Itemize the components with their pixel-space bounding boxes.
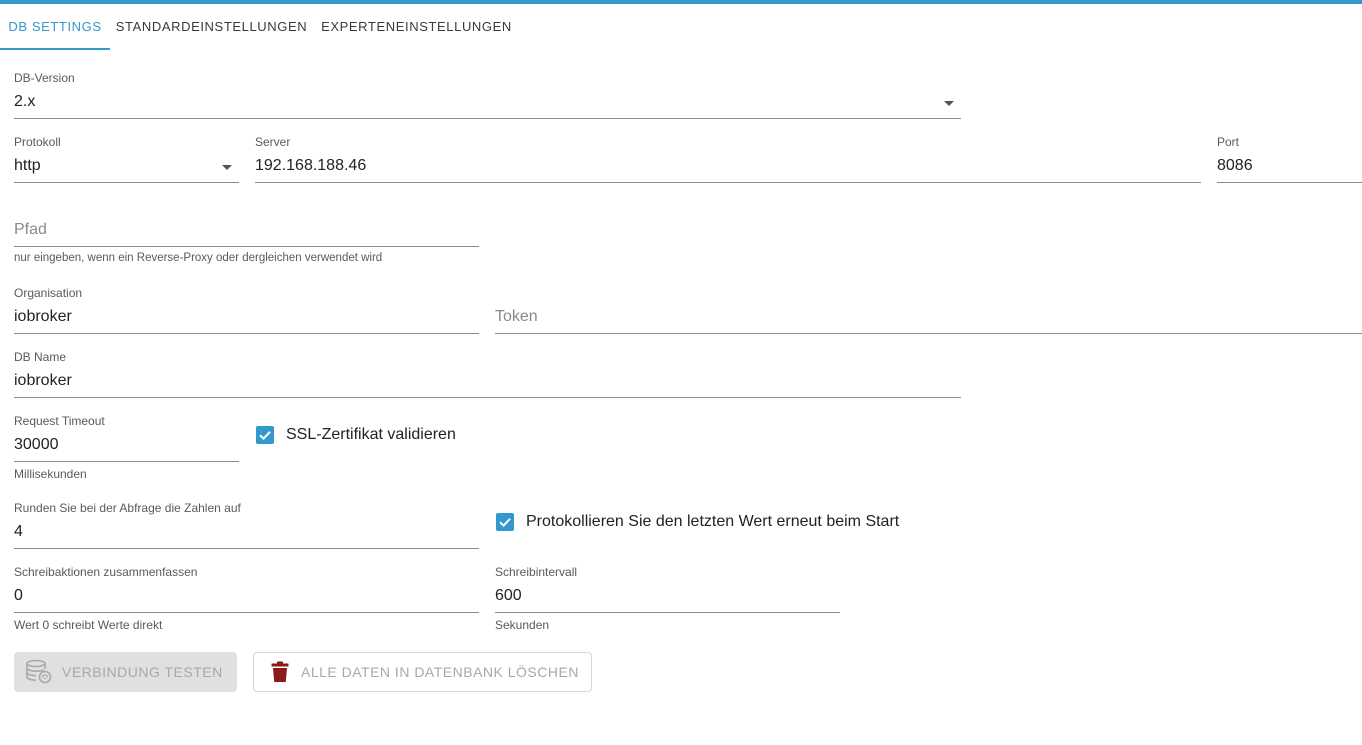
- db-version-label: DB-Version: [14, 71, 75, 85]
- chevron-down-icon: [944, 101, 954, 106]
- db-name-field[interactable]: DB Name iobroker: [14, 349, 961, 399]
- db-name-value: iobroker: [14, 372, 72, 389]
- port-value: 8086: [1217, 157, 1253, 174]
- port-field[interactable]: Port 8086: [1217, 134, 1362, 184]
- active-tab-indicator: [0, 48, 110, 50]
- request-timeout-label: Request Timeout: [14, 414, 105, 428]
- protocol-underline: [14, 182, 239, 183]
- delete-all-data-label: ALLE DATEN IN DATENBANK LÖSCHEN: [301, 664, 579, 680]
- db-version-underline: [14, 118, 961, 119]
- server-value: 192.168.188.46: [255, 157, 367, 174]
- round-label: Runden Sie bei der Abfrage die Zahlen au…: [14, 501, 241, 515]
- write-interval-label: Schreibintervall: [495, 565, 578, 579]
- tab-experteneinstellungen[interactable]: EXPERTENEINSTELLUNGEN: [313, 4, 520, 50]
- round-underline: [14, 548, 479, 549]
- log-last-value-label[interactable]: Protokollieren Sie den letzten Wert erne…: [526, 513, 899, 531]
- path-underline: [14, 246, 479, 247]
- write-interval-value: 600: [495, 587, 522, 604]
- db-name-underline: [14, 397, 961, 398]
- request-timeout-value: 30000: [14, 436, 59, 453]
- path-field[interactable]: Pfad nur eingeben, wenn ein Reverse-Prox…: [14, 220, 479, 268]
- combine-writes-label: Schreibaktionen zusammenfassen: [14, 565, 198, 579]
- request-timeout-helper-text: Millisekunden: [14, 467, 87, 481]
- tab-db-settings[interactable]: DB SETTINGS: [0, 4, 110, 50]
- delete-all-data-button[interactable]: ALLE DATEN IN DATENBANK LÖSCHEN: [253, 652, 592, 692]
- server-underline: [255, 182, 1201, 183]
- ssl-validate-checkbox[interactable]: [256, 426, 274, 444]
- organisation-field[interactable]: Organisation iobroker: [14, 285, 479, 335]
- ssl-validate-label[interactable]: SSL-Zertifikat validieren: [286, 426, 456, 444]
- checkmark-icon: [499, 518, 511, 528]
- request-timeout-underline: [14, 461, 239, 462]
- organisation-label: Organisation: [14, 286, 83, 300]
- port-underline: [1217, 182, 1362, 183]
- protocol-label: Protokoll: [14, 135, 61, 149]
- write-interval-underline: [495, 612, 840, 613]
- server-field[interactable]: Server 192.168.188.46: [255, 134, 1201, 184]
- token-placeholder: Token: [495, 308, 538, 325]
- combine-writes-field[interactable]: Schreibaktionen zusammenfassen 0 Wert 0 …: [14, 564, 479, 634]
- log-last-value-checkbox[interactable]: [496, 513, 514, 531]
- db-version-select[interactable]: DB-Version 2.x: [14, 70, 961, 120]
- chevron-down-icon: [222, 165, 232, 170]
- database-icon: [26, 659, 52, 684]
- token-field[interactable]: Token: [495, 285, 1362, 335]
- path-placeholder: Pfad: [14, 221, 47, 238]
- request-timeout-field[interactable]: Request Timeout 30000 Millisekunden: [14, 413, 239, 483]
- checkmark-icon: [259, 431, 271, 441]
- tab-standardeinstellungen[interactable]: STANDARDEINSTELLUNGEN: [110, 4, 313, 50]
- token-underline: [495, 333, 1362, 334]
- test-connection-button[interactable]: VERBINDUNG TESTEN: [14, 652, 237, 692]
- trash-icon: [271, 661, 289, 682]
- db-version-value: 2.x: [14, 93, 36, 110]
- combine-writes-underline: [14, 612, 479, 613]
- combine-writes-helper-text: Wert 0 schreibt Werte direkt: [14, 618, 163, 632]
- test-connection-label: VERBINDUNG TESTEN: [62, 664, 223, 680]
- write-interval-field[interactable]: Schreibintervall 600 Sekunden: [495, 564, 840, 634]
- db-name-label: DB Name: [14, 350, 67, 364]
- server-label: Server: [255, 135, 291, 149]
- organisation-value: iobroker: [14, 308, 72, 325]
- write-interval-helper-text: Sekunden: [495, 618, 550, 632]
- round-value: 4: [14, 523, 23, 540]
- path-helper-text: nur eingeben, wenn ein Reverse-Proxy ode…: [14, 252, 383, 264]
- protocol-select[interactable]: Protokoll http: [14, 134, 239, 184]
- port-label: Port: [1217, 135, 1240, 149]
- combine-writes-value: 0: [14, 587, 23, 604]
- protocol-value: http: [14, 157, 41, 174]
- organisation-underline: [14, 333, 479, 334]
- round-field[interactable]: Runden Sie bei der Abfrage die Zahlen au…: [14, 500, 479, 550]
